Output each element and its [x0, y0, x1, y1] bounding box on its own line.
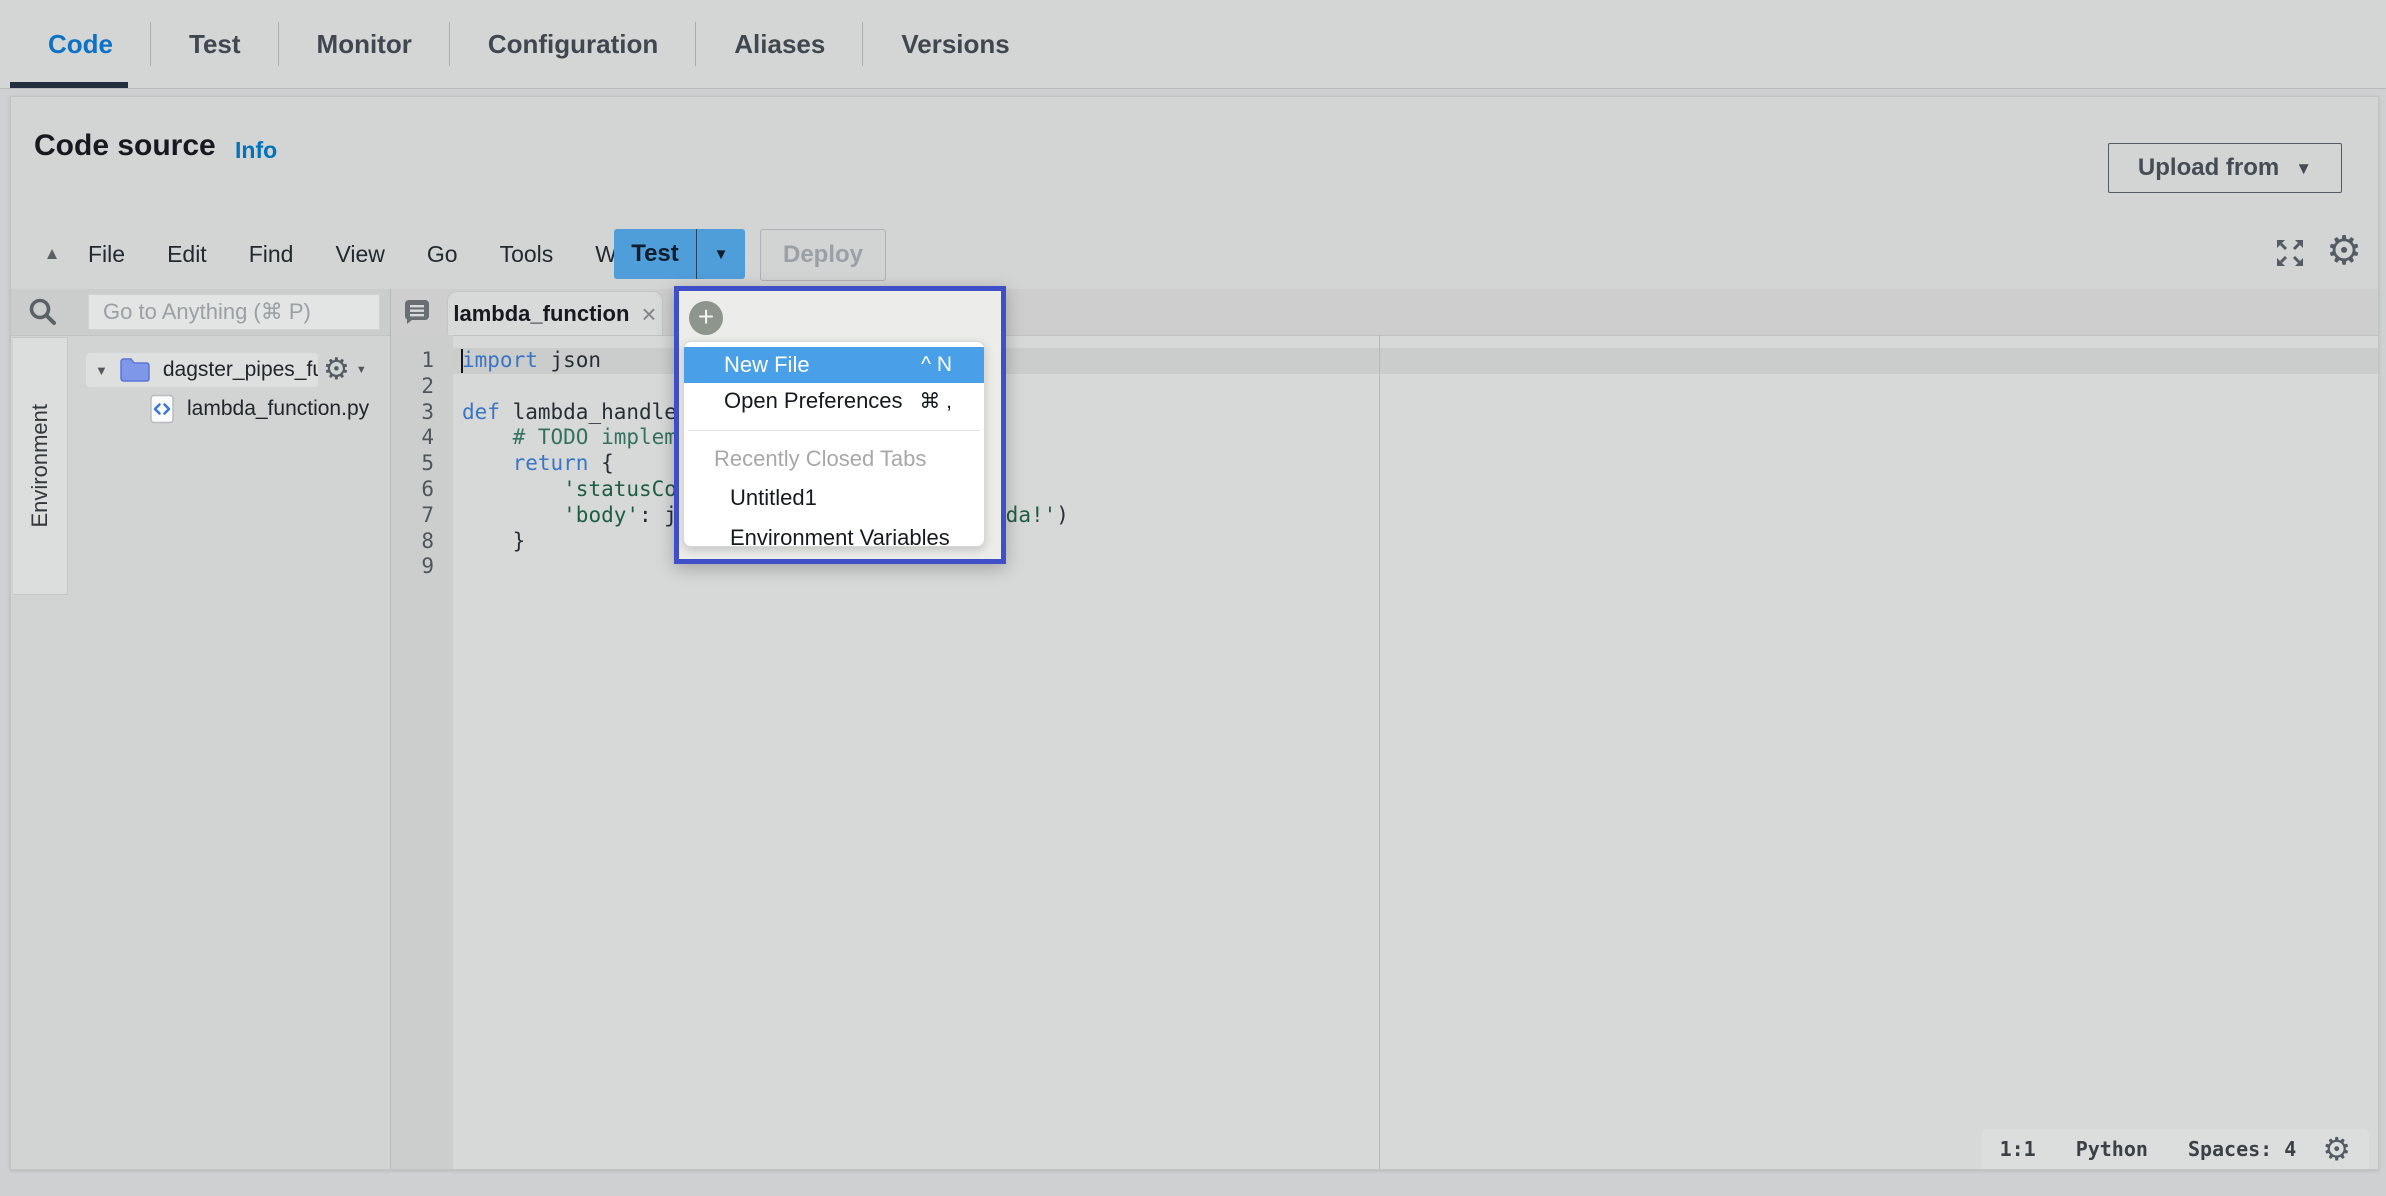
- menu-item-edit[interactable]: Edit: [146, 241, 228, 268]
- recent-tab-untitled1[interactable]: Untitled1: [684, 478, 984, 518]
- menu-item-label: Open Preferences: [724, 388, 903, 414]
- new-tab-dropdown: + New File ^ N Open Preferences ⌘ , Recentl…: [674, 286, 1006, 564]
- function-tab-code[interactable]: Code: [10, 0, 151, 88]
- upload-from-button[interactable]: Upload from ▼: [2108, 143, 2342, 193]
- line-number: 7: [391, 503, 453, 529]
- environment-tab-label: Environment: [27, 404, 53, 528]
- recently-closed-tabs-list: Untitled1Environment Variables: [684, 478, 984, 547]
- menu-item-label: New File: [724, 352, 810, 378]
- close-tab-icon[interactable]: ×: [641, 301, 656, 327]
- file-tree: ▼ dagster_pipes_funct ⚙ ▼: [71, 335, 390, 1169]
- function-tab-aliases[interactable]: Aliases: [696, 0, 863, 88]
- menu-item-find[interactable]: Find: [228, 241, 315, 268]
- function-tab-monitor[interactable]: Monitor: [279, 0, 450, 88]
- print-margin-line: [1379, 335, 1380, 1169]
- test-dropdown-arrow[interactable]: ▼: [697, 229, 745, 279]
- code-token: 'body': [563, 503, 639, 527]
- recent-tab-environment-variables[interactable]: Environment Variables: [684, 518, 984, 547]
- goto-anything-input[interactable]: [88, 294, 380, 330]
- menu-items: FileEditFindViewGoToolsWindow: [67, 241, 698, 268]
- recently-closed-tabs-header: Recently Closed Tabs: [684, 442, 984, 478]
- add-tab-button[interactable]: +: [689, 301, 723, 335]
- menu-item-go[interactable]: Go: [406, 241, 479, 268]
- line-number: 8: [391, 529, 453, 555]
- menu-item-file[interactable]: File: [67, 241, 146, 268]
- menu-item-shortcut: ^ N: [921, 353, 952, 377]
- chevron-down-icon: ▼: [2295, 160, 2312, 177]
- editor-settings-gear-icon[interactable]: ⚙: [2326, 231, 2362, 271]
- text-cursor: [461, 349, 463, 373]
- line-number-gutter: 123456789: [391, 335, 453, 1169]
- language-mode[interactable]: Python: [2076, 1137, 2148, 1161]
- disclosure-triangle-icon[interactable]: ▼: [95, 363, 108, 378]
- line-number: 3: [391, 400, 453, 426]
- editor-tab-lambda-function[interactable]: lambda_function ×: [447, 291, 663, 335]
- function-tab-versions[interactable]: Versions: [863, 0, 1047, 88]
- folder-name: dagster_pipes_funct: [163, 358, 318, 382]
- editor-workspace: Environment ▼ dagster_pipes_funct ⚙ ▼: [11, 289, 2378, 1169]
- page-title: Code source: [34, 129, 216, 163]
- code-token: return: [513, 451, 589, 475]
- code-token: ): [1056, 503, 1069, 527]
- editor-status-bar: 1:1 Python Spaces: 4 ⚙: [1982, 1129, 2369, 1169]
- upload-from-label: Upload from: [2138, 154, 2279, 182]
- editor-tab-label: lambda_function: [453, 301, 629, 327]
- code-source-card: Code source Info Upload from ▼ ▲ FileEdi…: [10, 96, 2379, 1170]
- test-button-label[interactable]: Test: [614, 229, 697, 279]
- tree-settings-control[interactable]: ⚙ ▼: [323, 353, 367, 387]
- sidebar-search-row: [11, 289, 390, 336]
- dropdown-menu-panel: New File ^ N Open Preferences ⌘ , Recently …: [683, 341, 985, 547]
- function-tab-bar: CodeTestMonitorConfigurationAliasesVersi…: [0, 0, 2386, 89]
- file-name: lambda_function.py: [187, 397, 369, 421]
- deploy-button[interactable]: Deploy: [760, 229, 886, 281]
- menu-item-tools[interactable]: Tools: [479, 241, 575, 268]
- code-token: def: [462, 400, 500, 424]
- code-token: {: [588, 451, 613, 475]
- menu-divider: [688, 430, 980, 431]
- lambda-console: CodeTestMonitorConfigurationAliasesVersi…: [0, 0, 2386, 1196]
- tree-folder-row[interactable]: ▼ dagster_pipes_funct: [86, 353, 318, 387]
- folder-icon: [119, 357, 151, 383]
- code-token: import: [462, 348, 538, 372]
- menu-item-open-preferences[interactable]: Open Preferences ⌘ ,: [684, 383, 984, 419]
- menu-item-view[interactable]: View: [314, 241, 405, 268]
- line-number: 1: [391, 348, 453, 374]
- tab-list-icon[interactable]: [403, 298, 431, 325]
- line-number: 9: [391, 554, 453, 580]
- sidebar: Environment ▼ dagster_pipes_funct ⚙ ▼: [11, 289, 390, 1169]
- tree-file-row[interactable]: lambda_function.py: [149, 393, 369, 425]
- code-token: json: [538, 348, 601, 372]
- code-token: }: [462, 529, 525, 553]
- code-token: [462, 503, 563, 527]
- line-number: 4: [391, 425, 453, 451]
- status-gear-icon[interactable]: ⚙: [2322, 1133, 2351, 1165]
- tree-gear-caret-icon: ▼: [356, 364, 367, 376]
- info-link[interactable]: Info: [235, 137, 277, 164]
- environment-tab[interactable]: Environment: [13, 337, 68, 595]
- line-number: 2: [391, 374, 453, 400]
- dropdown-items: New File ^ N Open Preferences ⌘ ,: [684, 347, 984, 419]
- menu-item-shortcut: ⌘ ,: [919, 389, 952, 414]
- fullscreen-icon[interactable]: [2274, 237, 2306, 269]
- cursor-position[interactable]: 1:1: [2000, 1137, 2036, 1161]
- menu-item-new-file[interactable]: New File ^ N: [684, 347, 984, 383]
- spaces-setting[interactable]: Spaces: 4: [2188, 1137, 2296, 1161]
- line-number: 5: [391, 451, 453, 477]
- collapse-panel-icon[interactable]: ▲: [37, 244, 67, 264]
- line-number: 6: [391, 477, 453, 503]
- editor-menubar: ▲ FileEditFindViewGoToolsWindow Test ▼ D…: [11, 223, 2378, 285]
- python-file-icon: [149, 394, 175, 424]
- code-token: [462, 451, 513, 475]
- code-token: [462, 477, 563, 501]
- function-tab-configuration[interactable]: Configuration: [450, 0, 696, 88]
- test-button[interactable]: Test ▼: [614, 229, 745, 279]
- function-tab-test[interactable]: Test: [151, 0, 279, 88]
- tree-gear-icon[interactable]: ⚙: [323, 355, 350, 385]
- search-icon[interactable]: [27, 296, 59, 328]
